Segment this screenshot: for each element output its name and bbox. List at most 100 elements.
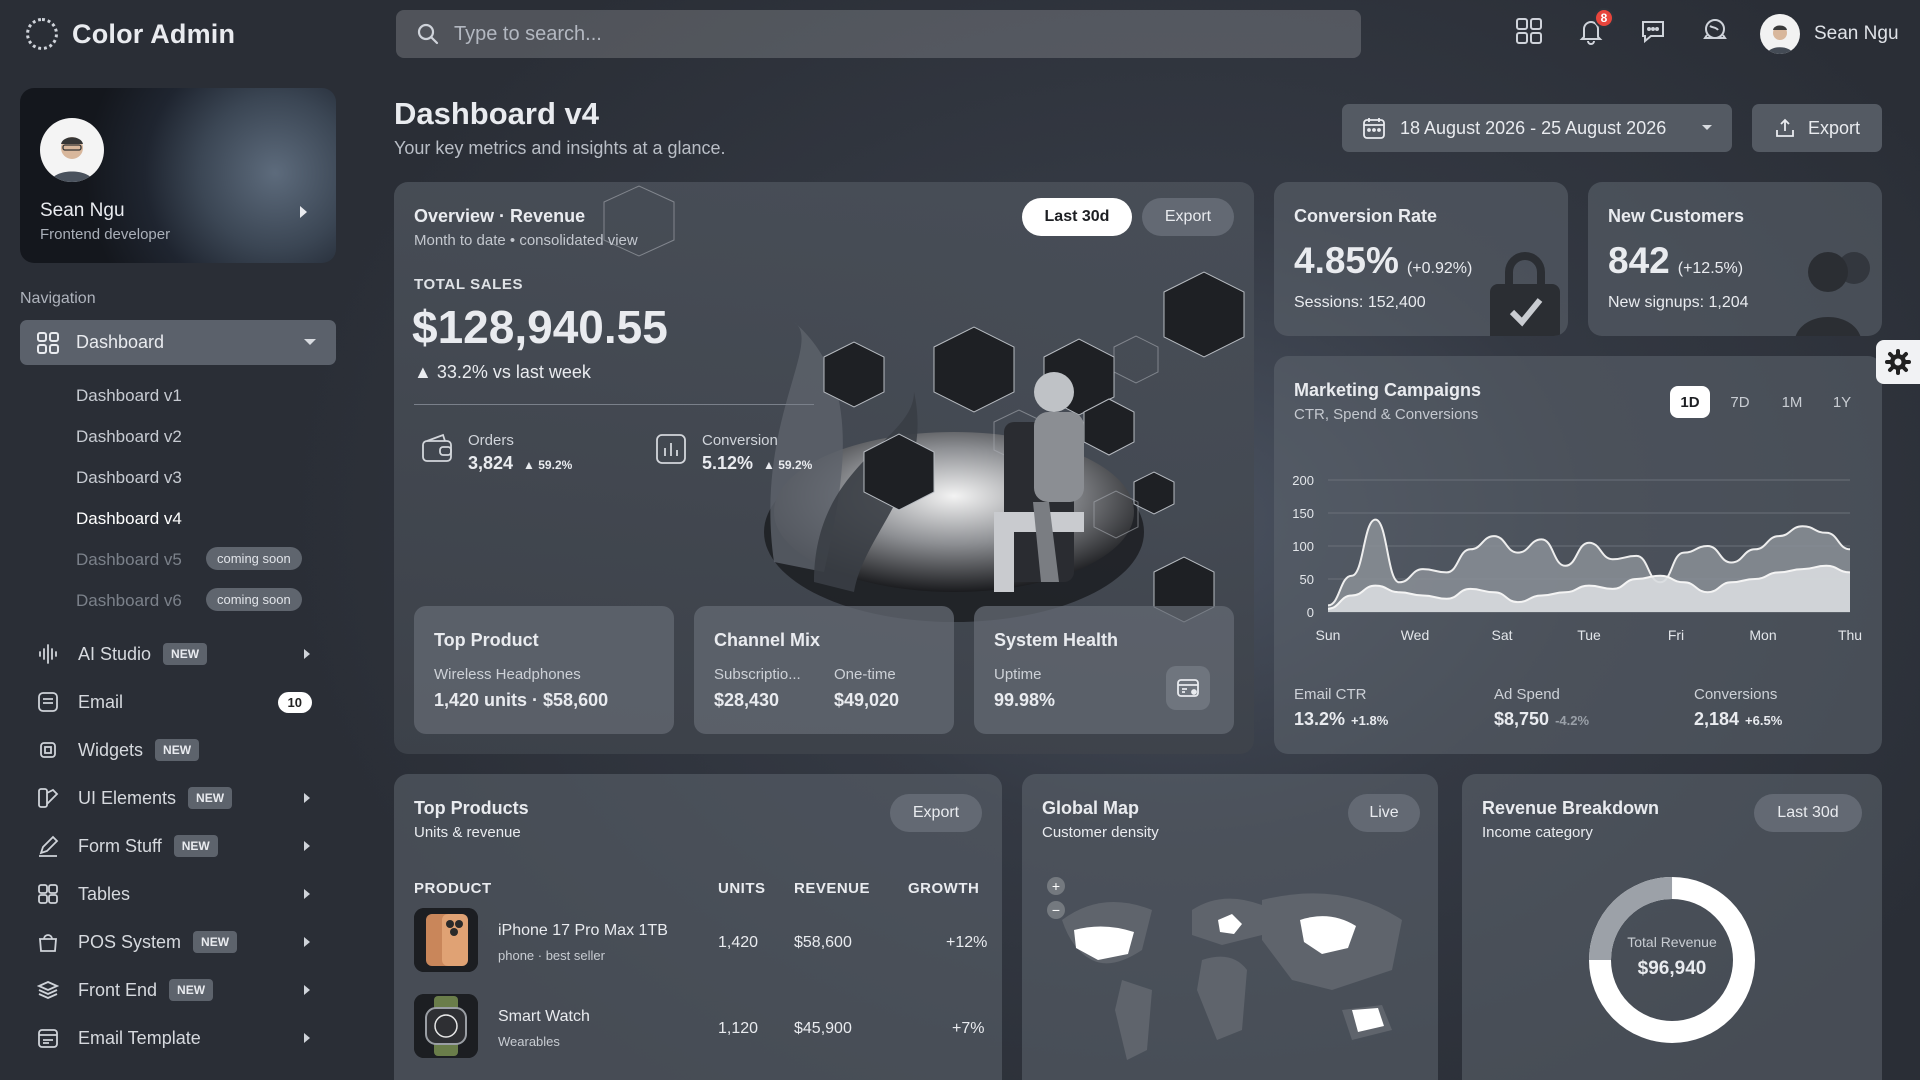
column-header-units[interactable]: UNITS bbox=[718, 880, 766, 897]
total-sales-label: TOTAL SALES bbox=[414, 276, 524, 293]
timeframe-1d-button[interactable]: 1D bbox=[1670, 386, 1710, 418]
overview-card: Overview · Revenue Month to date • conso… bbox=[394, 182, 1254, 754]
revenue-last-30d-button[interactable]: Last 30d bbox=[1754, 794, 1862, 832]
email-count-badge: 10 bbox=[277, 691, 312, 713]
donut-center-label: Total Revenue bbox=[1627, 934, 1717, 950]
column-header-revenue[interactable]: REVENUE bbox=[794, 880, 870, 897]
channel-a-value: $28,430 bbox=[714, 690, 780, 710]
ad-spend-label: Ad Spend bbox=[1494, 686, 1560, 703]
conversions-label: Conversions bbox=[1694, 686, 1778, 703]
chevron-right-icon bbox=[304, 889, 310, 899]
sidebar-subitem-dashboard-v4[interactable]: Dashboard v4 bbox=[76, 509, 182, 529]
last-30d-button[interactable]: Last 30d bbox=[1022, 198, 1132, 236]
brand[interactable]: Color Admin bbox=[26, 18, 235, 50]
sidebar-item-ui-elements[interactable]: UI Elements NEW bbox=[36, 780, 326, 816]
column-header-growth[interactable]: GROWTH bbox=[908, 880, 979, 897]
zoom-controls[interactable]: + − bbox=[1047, 877, 1065, 919]
sidebar-item-front-end[interactable]: Front End NEW bbox=[36, 972, 326, 1008]
conversion-change: ▲ 59.2% bbox=[763, 458, 813, 472]
system-health-card[interactable]: System Health Uptime 99.98% bbox=[974, 606, 1234, 734]
sidebar-item-tables[interactable]: Tables bbox=[36, 876, 326, 912]
sidebar-item-label: Widgets bbox=[78, 739, 144, 760]
wallet-icon bbox=[422, 433, 452, 462]
uptime-value: 99.98% bbox=[994, 690, 1056, 710]
logo-icon bbox=[26, 18, 58, 50]
product-growth: +12% bbox=[946, 934, 988, 951]
channel-b-label: One-time bbox=[834, 666, 896, 683]
settings-gear-icon[interactable] bbox=[1876, 340, 1920, 384]
channel-b-value: $49,020 bbox=[834, 690, 900, 710]
table-row[interactable]: Smart Watch Wearables 1,120 $45,900 +7% bbox=[414, 994, 984, 1058]
channel-mix-card[interactable]: Channel Mix Subscriptio... $28,430 One-t… bbox=[694, 606, 954, 734]
y-tick-label: 50 bbox=[1300, 572, 1314, 587]
coming-soon-badge: coming soon bbox=[206, 588, 302, 611]
top-products-card: Top Products Units & revenue Export PROD… bbox=[394, 774, 1002, 1080]
sidebar-item-label: AI Studio bbox=[78, 643, 152, 664]
globe-icon[interactable] bbox=[1698, 14, 1732, 48]
user-menu[interactable]: Sean Ngu bbox=[1760, 14, 1899, 54]
new-customers-value: 842 bbox=[1608, 240, 1670, 281]
avatar bbox=[1760, 14, 1800, 54]
brand-name: Color Admin bbox=[72, 18, 236, 49]
conversion-label: Conversion bbox=[702, 432, 778, 449]
global-map-title: Global Map bbox=[1042, 798, 1140, 818]
chat-icon[interactable] bbox=[1636, 14, 1670, 48]
search-bar[interactable] bbox=[396, 10, 1361, 58]
marketing-title: Marketing Campaigns bbox=[1294, 380, 1482, 400]
y-tick-label: 200 bbox=[1292, 473, 1314, 488]
top-product-name: Wireless Headphones bbox=[434, 666, 581, 683]
sidebar-subitem-dashboard-v2[interactable]: Dashboard v2 bbox=[76, 427, 182, 447]
table-icon bbox=[36, 882, 60, 906]
phone-thumbnail bbox=[414, 908, 478, 972]
conversion-rate-value: 4.85% bbox=[1294, 240, 1399, 281]
product-name: iPhone 17 Pro Max 1TB bbox=[498, 922, 668, 939]
search-input[interactable] bbox=[454, 22, 1254, 46]
conversion-metric: Conversion 5.12% ▲ 59.2% bbox=[654, 432, 812, 474]
timeframe-7d-button[interactable]: 7D bbox=[1720, 386, 1760, 418]
chevron-right-icon[interactable] bbox=[300, 206, 307, 218]
export-button[interactable]: Export bbox=[1752, 104, 1882, 152]
sidebar-item-widgets[interactable]: Widgets NEW bbox=[36, 732, 326, 768]
sidebar-item-form-stuff[interactable]: Form Stuff NEW bbox=[36, 828, 326, 864]
new-badge: NEW bbox=[169, 979, 214, 1001]
conversions-value: 2,184 bbox=[1694, 709, 1740, 729]
sidebar-item-pos-system[interactable]: POS System NEW bbox=[36, 924, 326, 960]
x-tick-label: Fri bbox=[1668, 627, 1684, 643]
marketing-chart: 0 50 100 150 200 Sun Wed Sat Tue Fri Mon Thu bbox=[1292, 473, 1862, 643]
watch-thumbnail bbox=[414, 994, 478, 1058]
apps-grid-icon[interactable] bbox=[1512, 14, 1546, 48]
ad-spend-stat: Ad Spend $8,750 -4.2% bbox=[1494, 686, 1589, 730]
live-badge[interactable]: Live bbox=[1348, 794, 1420, 832]
top-products-export-button[interactable]: Export bbox=[890, 794, 982, 832]
profile-card[interactable]: Sean Ngu Frontend developer bbox=[20, 88, 336, 263]
sidebar-item-email-template[interactable]: Email Template bbox=[36, 1020, 326, 1056]
sidebar-item-label: Email bbox=[78, 691, 124, 712]
page-subtitle: Your key metrics and insights at a glanc… bbox=[394, 138, 726, 158]
orders-label: Orders bbox=[468, 432, 514, 449]
users-icon bbox=[1795, 252, 1870, 336]
global-map-subtitle: Customer density bbox=[1042, 824, 1159, 841]
timeframe-1y-button[interactable]: 1Y bbox=[1822, 386, 1862, 418]
top-product-card[interactable]: Top Product Wireless Headphones 1,420 un… bbox=[414, 606, 674, 734]
notification-bell-icon[interactable]: 8 bbox=[1574, 8, 1614, 48]
column-header-product[interactable]: PRODUCT bbox=[414, 880, 492, 897]
sidebar-item-ai-studio[interactable]: AI Studio NEW bbox=[36, 636, 326, 672]
overview-export-button[interactable]: Export bbox=[1142, 198, 1234, 236]
product-category: phone · best seller bbox=[498, 948, 605, 963]
revenue-breakdown-subtitle: Income category bbox=[1482, 824, 1593, 841]
sidebar-item-dashboard[interactable]: Dashboard bbox=[20, 320, 336, 365]
sidebar-subitem-dashboard-v1[interactable]: Dashboard v1 bbox=[76, 386, 182, 406]
timeframe-1m-button[interactable]: 1M bbox=[1772, 386, 1812, 418]
date-range-picker[interactable]: 18 August 2026 - 25 August 2026 bbox=[1342, 104, 1732, 152]
table-row[interactable]: iPhone 17 Pro Max 1TB phone · best selle… bbox=[414, 908, 988, 972]
sidebar-item-email[interactable]: Email 10 bbox=[36, 684, 326, 720]
channel-mix-title: Channel Mix bbox=[714, 630, 821, 650]
chip-icon bbox=[36, 738, 60, 762]
orders-value: 3,824 bbox=[468, 453, 514, 473]
sidebar-subitem-dashboard-v3[interactable]: Dashboard v3 bbox=[76, 468, 182, 488]
system-health-title: System Health bbox=[994, 630, 1119, 650]
new-signups-label: New signups: 1,204 bbox=[1608, 294, 1749, 311]
world-map[interactable]: + − bbox=[1022, 870, 1438, 1070]
product-units: 1,420 bbox=[718, 934, 759, 951]
page-title: Dashboard v4 bbox=[394, 96, 600, 131]
